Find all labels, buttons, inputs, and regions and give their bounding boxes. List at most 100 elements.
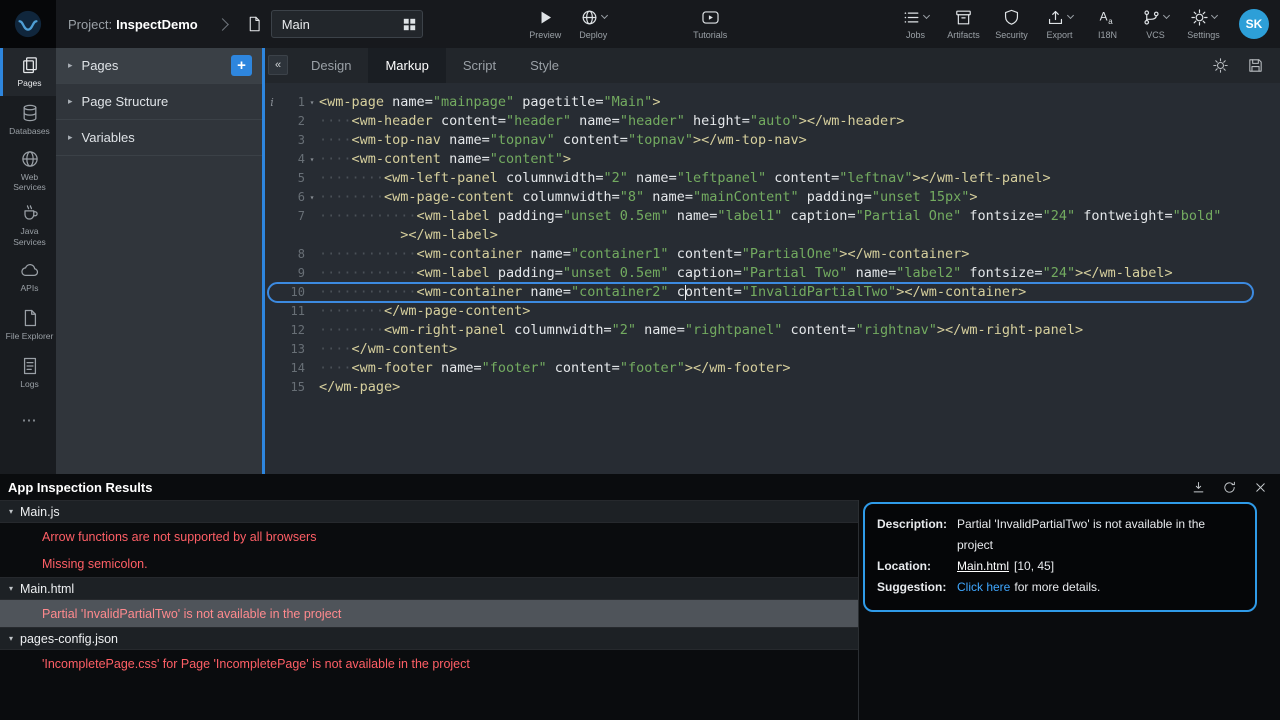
inspection-group[interactable]: ▾Main.html: [0, 577, 858, 600]
inspection-issue[interactable]: Arrow functions are not supported by all…: [0, 523, 858, 550]
location-value: Main.html[10, 45]: [957, 556, 1243, 577]
fold-toggle-icon[interactable]: ▾: [305, 193, 319, 202]
vcs-button[interactable]: VCS: [1133, 8, 1178, 40]
tab-markup[interactable]: Markup: [368, 48, 445, 83]
sidebar-item-databases[interactable]: Databases: [0, 96, 56, 144]
inspection-group[interactable]: ▾ Main.js: [0, 500, 858, 523]
code-line-8[interactable]: 8············<wm-container name="contain…: [265, 245, 1280, 264]
chevron-right-icon: ▸: [68, 60, 73, 71]
line-number: 9: [279, 264, 305, 283]
code-line-3[interactable]: 3····<wm-top-nav name="topnav" content="…: [265, 131, 1280, 150]
file-icon: [20, 308, 40, 328]
panel-section-pages[interactable]: ▸ Pages +: [56, 48, 262, 84]
code-line-7[interactable]: 7············<wm-label padding="unset 0.…: [265, 207, 1280, 226]
tutorials-button[interactable]: Tutorials: [688, 8, 733, 40]
chevron-down-icon: [601, 11, 608, 18]
pages-icon: [20, 55, 40, 75]
code-line-9[interactable]: 9············<wm-label padding="unset 0.…: [265, 264, 1280, 283]
inspection-group[interactable]: ▾pages-config.json: [0, 627, 858, 650]
location-file-link[interactable]: Main.html: [957, 559, 1009, 573]
location-label: Location:: [877, 556, 957, 577]
user-avatar[interactable]: SK: [1239, 9, 1269, 39]
page-select-box[interactable]: Main: [271, 10, 423, 38]
tab-design[interactable]: Design: [294, 48, 368, 83]
download-icon[interactable]: [1191, 480, 1206, 495]
artifacts-button[interactable]: Artifacts: [941, 8, 986, 40]
panel-section-label: Variables: [82, 130, 135, 145]
jobs-button[interactable]: Jobs: [893, 8, 938, 40]
jobs-list-icon: [902, 8, 921, 27]
close-icon[interactable]: [1253, 480, 1268, 495]
chevron-down-icon: [1163, 11, 1170, 18]
editor-settings-gear-icon[interactable]: [1212, 57, 1229, 74]
inspection-issue[interactable]: Partial 'InvalidPartialTwo' is not avail…: [0, 600, 858, 627]
group-file-name: Main.js: [20, 505, 60, 519]
panel-section-variables[interactable]: ▸ Variables: [56, 120, 262, 156]
export-button[interactable]: Export: [1037, 8, 1082, 40]
line-number: 12: [279, 321, 305, 340]
code-line-1[interactable]: i1▾<wm-page name="mainpage" pagetitle="M…: [265, 93, 1280, 112]
code-line-6[interactable]: 6▾········<wm-page-content columnwidth="…: [265, 188, 1280, 207]
code-area[interactable]: i1▾<wm-page name="mainpage" pagetitle="M…: [265, 83, 1280, 474]
inspection-issue[interactable]: 'IncompletePage.css' for Page 'Incomplet…: [0, 650, 858, 677]
sidebar-item-logs[interactable]: Logs: [0, 349, 56, 397]
security-button[interactable]: Security: [989, 8, 1034, 40]
editor-tabbar: « Design Markup Script Style: [265, 48, 1280, 83]
add-page-button[interactable]: +: [231, 55, 252, 76]
code-line-11[interactable]: 11········</wm-page-content>: [265, 302, 1280, 321]
line-number: 1: [279, 93, 305, 112]
code-line-12[interactable]: 12········<wm-right-panel columnwidth="2…: [265, 321, 1280, 340]
save-icon[interactable]: [1247, 57, 1264, 74]
inspection-detail-pane: Description: Partial 'InvalidPartialTwo'…: [858, 500, 1280, 720]
line-number: 4: [279, 150, 305, 169]
preview-button[interactable]: Preview: [523, 8, 568, 40]
gear-icon: [1190, 8, 1209, 27]
tab-script[interactable]: Script: [446, 48, 513, 83]
sidebar-item-java-services[interactable]: Java Services: [0, 198, 56, 252]
code-line-5[interactable]: 5········<wm-left-panel columnwidth="2" …: [265, 169, 1280, 188]
sidebar-item-more[interactable]: ⋯: [0, 397, 56, 445]
i18n-button[interactable]: Aa I18N: [1085, 8, 1130, 40]
settings-button[interactable]: Settings: [1181, 8, 1226, 40]
fold-toggle-icon[interactable]: ▾: [305, 155, 319, 164]
line-number: 8: [279, 245, 305, 264]
code-line-15[interactable]: 15</wm-page>: [265, 378, 1280, 397]
line-number: 5: [279, 169, 305, 188]
markup-editor: « Design Markup Script Style i1▾<wm-page…: [265, 48, 1280, 474]
grid-icon[interactable]: [403, 18, 416, 31]
sidebar-item-web-services[interactable]: Web Services: [0, 144, 56, 198]
cloud-icon: [20, 260, 40, 280]
code-line-4[interactable]: 4▾····<wm-content name="content">: [265, 150, 1280, 169]
sidebar-item-apis[interactable]: APIs: [0, 253, 56, 301]
code-line-13[interactable]: 13····</wm-content>: [265, 340, 1280, 359]
line-number: 7: [279, 207, 305, 226]
app-logo-icon[interactable]: [0, 0, 56, 48]
description-label: Description:: [877, 514, 957, 556]
code-line-14[interactable]: 14····<wm-footer name="footer" content="…: [265, 359, 1280, 378]
fold-toggle-icon[interactable]: ▾: [305, 98, 319, 107]
page-selector[interactable]: Main: [243, 10, 423, 38]
tab-style[interactable]: Style: [513, 48, 576, 83]
panel-section-label: Pages: [82, 58, 119, 73]
inspection-issue[interactable]: Missing semicolon.: [0, 550, 858, 577]
suggestion-link[interactable]: Click here: [957, 580, 1010, 594]
description-value: Partial 'InvalidPartialTwo' is not avail…: [957, 514, 1243, 556]
chevron-down-icon: ▾: [9, 507, 13, 516]
globe-icon: [580, 8, 599, 27]
code-line-7-wrap[interactable]: ></wm-label>: [265, 226, 1280, 245]
code-line-10[interactable]: 10············<wm-container name="contai…: [265, 283, 1280, 302]
deploy-button[interactable]: Deploy: [571, 8, 616, 40]
refresh-icon[interactable]: [1222, 480, 1237, 495]
line-number: 11: [279, 302, 305, 321]
video-icon: [701, 8, 720, 27]
svg-text:a: a: [1108, 17, 1113, 26]
collapse-panel-button[interactable]: «: [268, 55, 288, 75]
sidebar-item-file-explorer[interactable]: File Explorer: [0, 301, 56, 349]
breadcrumb-chevron-icon: [216, 18, 229, 31]
inspection-header: App Inspection Results: [0, 474, 1280, 500]
code-line-2[interactable]: 2····<wm-header content="header" name="h…: [265, 112, 1280, 131]
sidebar-item-pages[interactable]: Pages: [0, 48, 56, 96]
panel-section-page-structure[interactable]: ▸ Page Structure: [56, 84, 262, 120]
topbar-actions-left: Preview Deploy Tutorials: [523, 8, 733, 40]
chevron-down-icon: ▾: [9, 634, 13, 643]
